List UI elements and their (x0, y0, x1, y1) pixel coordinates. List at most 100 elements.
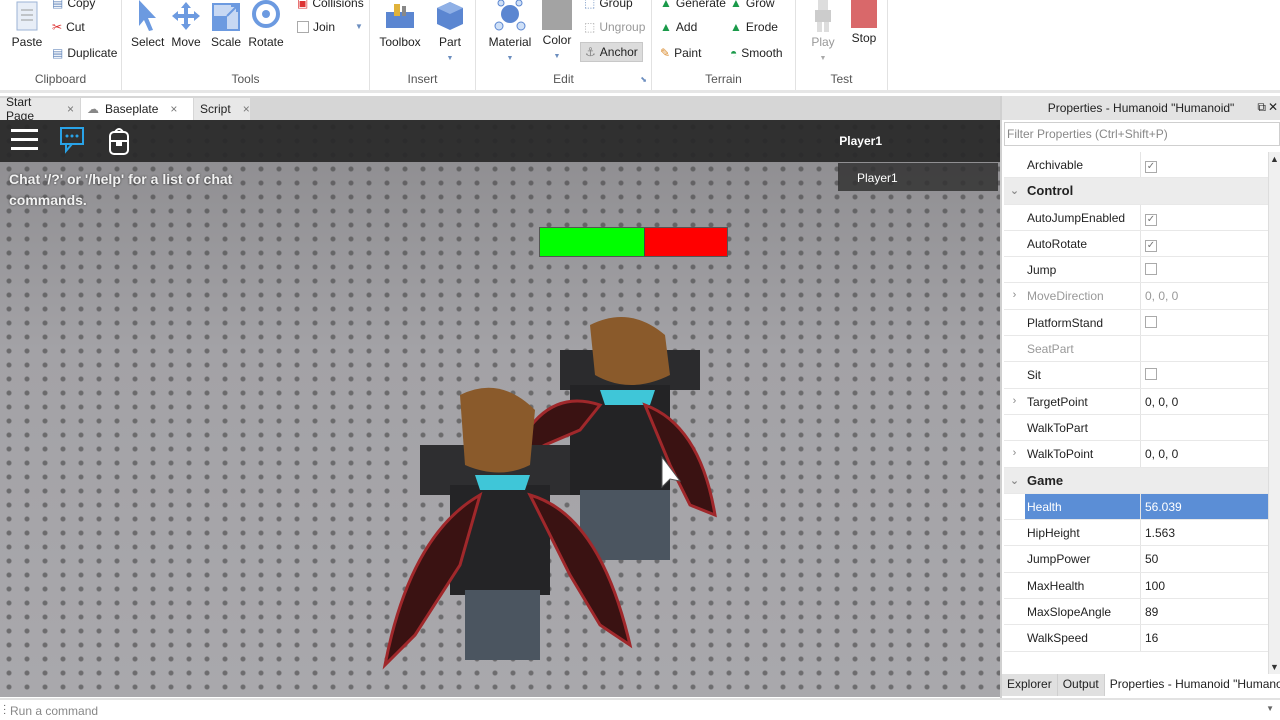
property-row[interactable]: MaxHealth 100 (1004, 572, 1270, 600)
property-checkbox[interactable]: ✓ (1145, 161, 1157, 173)
panel-tab-properties[interactable]: Properties - Humanoid "Humanoid" (1104, 674, 1280, 696)
menu-hamburger-icon[interactable] (11, 129, 38, 150)
property-checkbox[interactable]: ✓ (1145, 239, 1157, 252)
properties-scrollbar[interactable]: ▲ ▼ (1268, 152, 1280, 674)
part-button[interactable]: Part ▼ (432, 0, 468, 62)
scale-tool-button[interactable]: Scale (210, 0, 242, 49)
property-row[interactable]: WalkToPart (1004, 414, 1270, 442)
command-input[interactable] (10, 702, 1260, 720)
terrain-erode-button[interactable]: ▲ Erode (730, 20, 778, 34)
property-value[interactable]: 0, 0, 0 (1141, 389, 1270, 414)
property-checkbox[interactable]: ✓ (1145, 213, 1157, 226)
property-value[interactable] (1141, 415, 1270, 440)
collapse-chevron-icon[interactable]: ⌄ (1004, 178, 1025, 203)
property-value[interactable]: ✓ (1141, 231, 1270, 256)
grip-handle-icon[interactable]: · · · (3, 701, 6, 719)
property-row[interactable]: › TargetPoint 0, 0, 0 (1004, 388, 1270, 415)
property-value[interactable]: 0, 0, 0 (1141, 283, 1270, 308)
tab-start-page[interactable]: Start Page × (0, 95, 80, 123)
copy-button[interactable]: ▤ Copy (52, 0, 95, 10)
play-button[interactable]: Play ▼ (806, 0, 840, 62)
terrain-add-button[interactable]: ▲ Add (660, 20, 697, 34)
property-row[interactable]: PlatformStand (1004, 309, 1270, 337)
close-panel-icon[interactable]: ✕ (1268, 100, 1278, 114)
expand-chevron-icon[interactable]: › (1004, 389, 1025, 414)
close-tab-icon[interactable]: × (170, 102, 177, 116)
property-row[interactable]: › MoveDirection 0, 0, 0 (1004, 283, 1270, 310)
player-list-entry[interactable]: Player1 (838, 163, 998, 191)
property-checkbox[interactable] (1145, 315, 1157, 328)
property-row[interactable]: Jump (1004, 257, 1270, 284)
tab-baseplate[interactable]: ☁ Baseplate × (81, 98, 193, 120)
property-row[interactable]: Archivable ✓ (1004, 152, 1270, 179)
property-value[interactable]: 89 (1141, 599, 1270, 624)
property-row[interactable]: MaxSlopeAngle 89 (1004, 599, 1270, 626)
stop-button[interactable]: Stop (848, 0, 880, 45)
join-dropdown-arrow[interactable]: ▼ (355, 22, 363, 31)
property-value[interactable]: 16 (1141, 625, 1270, 650)
duplicate-button[interactable]: ▤ Duplicate (52, 46, 117, 60)
part-dropdown-arrow[interactable]: ▼ (432, 55, 468, 62)
panel-tab-explorer[interactable]: Explorer (1002, 674, 1058, 696)
move-tool-button[interactable]: Move (170, 0, 202, 49)
material-dropdown-arrow[interactable]: ▼ (488, 55, 532, 62)
property-row[interactable]: AutoJumpEnabled ✓ (1004, 204, 1270, 231)
property-value[interactable]: 1.563 (1141, 520, 1270, 545)
tab-script[interactable]: Script × (194, 98, 250, 120)
terrain-smooth-button[interactable]: ◓ Smooth (730, 46, 783, 60)
property-value[interactable]: 100 (1141, 573, 1270, 598)
close-tab-icon[interactable]: × (243, 102, 250, 116)
collapse-chevron-icon[interactable]: ⌄ (1004, 468, 1025, 493)
collisions-toggle[interactable]: ▣ Collisions (297, 0, 364, 10)
rotate-tool-button[interactable]: Rotate (248, 0, 284, 49)
color-dropdown-arrow[interactable]: ▼ (540, 53, 574, 60)
undock-icon[interactable]: ⧉ (1257, 100, 1266, 115)
terrain-paint-button[interactable]: ✎ Paint (660, 46, 701, 60)
join-toggle[interactable]: Join (297, 20, 335, 34)
property-row[interactable]: AutoRotate ✓ (1004, 230, 1270, 258)
property-row[interactable]: › WalkToPoint 0, 0, 0 (1004, 441, 1270, 468)
backpack-icon[interactable] (108, 126, 130, 156)
command-history-dropdown-arrow[interactable]: ▼ (1266, 704, 1274, 713)
expand-chevron-icon[interactable]: › (1004, 441, 1025, 466)
scroll-up-icon[interactable]: ▲ (1270, 154, 1279, 164)
property-value[interactable] (1141, 336, 1270, 361)
group-button[interactable]: ⬚ Group (584, 0, 633, 10)
property-value[interactable]: 0, 0, 0 (1141, 441, 1270, 466)
property-row[interactable]: Health 56.039 (1004, 493, 1270, 521)
play-dropdown-arrow[interactable]: ▼ (806, 55, 840, 62)
color-button[interactable]: Color ▼ (540, 0, 574, 60)
property-value[interactable] (1141, 257, 1270, 282)
property-row[interactable]: SeatPart (1004, 336, 1270, 363)
toolbox-button[interactable]: Toolbox (378, 0, 422, 49)
property-value[interactable]: ✓ (1141, 152, 1270, 177)
property-row[interactable]: WalkSpeed 16 (1004, 625, 1270, 652)
ungroup-button[interactable]: ⬚ Ungroup (584, 20, 645, 34)
property-section-control[interactable]: ⌄ Control (1004, 178, 1270, 205)
filter-properties-input[interactable] (1004, 122, 1280, 146)
material-button[interactable]: Material ▼ (488, 0, 532, 62)
player-name-label[interactable]: Player1 (839, 134, 882, 148)
panel-tab-output[interactable]: Output (1058, 674, 1105, 696)
property-value[interactable]: 50 (1141, 546, 1270, 571)
select-tool-button[interactable]: Select (131, 0, 164, 49)
terrain-grow-button[interactable]: ▲ Grow (730, 0, 775, 10)
chat-bubble-icon[interactable] (59, 126, 85, 154)
player-avatars[interactable] (370, 315, 730, 697)
close-tab-icon[interactable]: × (67, 102, 74, 116)
anchor-button[interactable]: ⚓ Anchor (580, 42, 643, 62)
property-value[interactable] (1141, 310, 1270, 335)
property-section-game[interactable]: ⌄ Game (1004, 467, 1270, 494)
paste-button[interactable]: Paste (10, 0, 44, 49)
join-checkbox[interactable] (297, 21, 309, 33)
property-value[interactable] (1141, 362, 1270, 387)
property-checkbox[interactable] (1145, 368, 1157, 381)
scroll-down-icon[interactable]: ▼ (1270, 662, 1279, 672)
cut-button[interactable]: ✂ Cut (52, 20, 85, 34)
property-value[interactable]: ✓ (1141, 205, 1270, 230)
property-row[interactable]: Sit (1004, 362, 1270, 389)
property-value[interactable]: 56.039 (1141, 493, 1270, 520)
expand-chevron-icon[interactable]: › (1004, 283, 1025, 308)
game-viewport[interactable]: Player1 Chat '/?' or '/help' for a list … (0, 120, 1000, 697)
edit-settings-launcher-icon[interactable]: ⬊ (640, 75, 647, 84)
